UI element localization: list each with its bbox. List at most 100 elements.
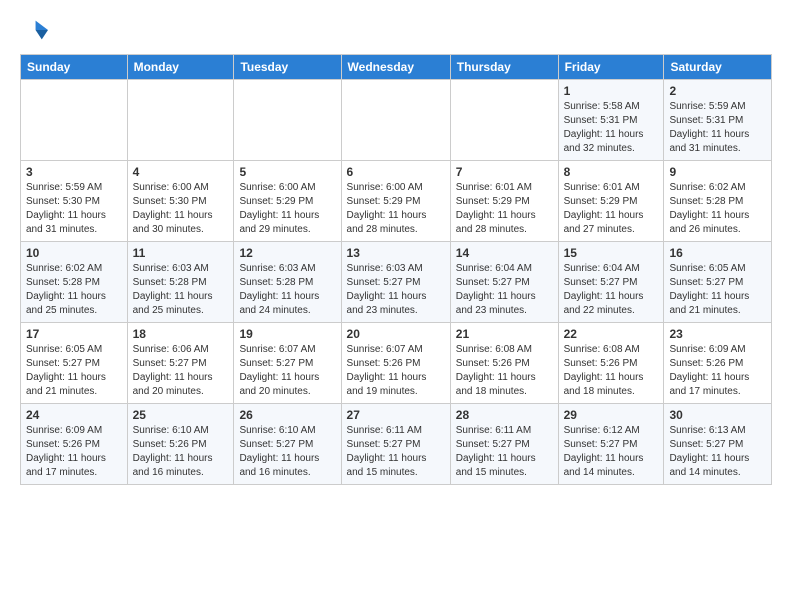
calendar-cell: 3 Sunrise: 5:59 AM Sunset: 5:30 PM Daylig… [21,161,128,242]
calendar-cell: 10 Sunrise: 6:02 AM Sunset: 5:28 PM Dayli… [21,242,128,323]
weekday-header-wednesday: Wednesday [341,55,450,80]
day-number: 13 [347,246,445,260]
calendar-cell: 27 Sunrise: 6:11 AM Sunset: 5:27 PM Dayli… [341,404,450,485]
day-number: 14 [456,246,553,260]
calendar-cell: 23 Sunrise: 6:09 AM Sunset: 5:26 PM Dayli… [664,323,772,404]
day-number: 25 [133,408,229,422]
day-info: Sunrise: 6:05 AM Sunset: 5:27 PM Dayligh… [669,262,766,318]
weekday-header-saturday: Saturday [664,55,772,80]
day-info: Sunrise: 6:02 AM Sunset: 5:28 PM Dayligh… [669,181,766,237]
calendar-cell: 19 Sunrise: 6:07 AM Sunset: 5:27 PM Dayli… [234,323,341,404]
day-number: 12 [239,246,335,260]
calendar-cell [234,80,341,161]
day-info: Sunrise: 6:01 AM Sunset: 5:29 PM Dayligh… [456,181,553,237]
weekday-header-row: SundayMondayTuesdayWednesdayThursdayFrid… [21,55,772,80]
day-number: 10 [26,246,122,260]
calendar-cell: 28Sunrise: 6:11 AM Sunset: 5:27 PM Dayli… [450,404,558,485]
calendar-week-row: 3 Sunrise: 5:59 AM Sunset: 5:30 PM Daylig… [21,161,772,242]
weekday-header-friday: Friday [558,55,664,80]
day-info: Sunrise: 6:11 AM Sunset: 5:27 PM Dayligh… [347,424,445,480]
day-number: 4 [133,165,229,179]
day-number: 21 [456,327,553,341]
calendar-cell: 6 Sunrise: 6:00 AM Sunset: 5:29 PM Daylig… [341,161,450,242]
day-number: 15 [564,246,659,260]
calendar-cell: 21 Sunrise: 6:08 AM Sunset: 5:26 PM Dayli… [450,323,558,404]
calendar-cell: 15Sunrise: 6:04 AM Sunset: 5:27 PM Dayli… [558,242,664,323]
day-info: Sunrise: 6:00 AM Sunset: 5:30 PM Dayligh… [133,181,229,237]
day-info: Sunrise: 6:07 AM Sunset: 5:27 PM Dayligh… [239,343,335,399]
day-info: Sunrise: 6:09 AM Sunset: 5:26 PM Dayligh… [669,343,766,399]
day-info: Sunrise: 6:10 AM Sunset: 5:27 PM Dayligh… [239,424,335,480]
day-info: Sunrise: 6:00 AM Sunset: 5:29 PM Dayligh… [239,181,335,237]
logo-icon [20,16,48,44]
day-info: Sunrise: 6:08 AM Sunset: 5:26 PM Dayligh… [564,343,659,399]
day-info: Sunrise: 5:59 AM Sunset: 5:30 PM Dayligh… [26,181,122,237]
weekday-header-tuesday: Tuesday [234,55,341,80]
calendar-cell: 25 Sunrise: 6:10 AM Sunset: 5:26 PM Dayli… [127,404,234,485]
day-number: 20 [347,327,445,341]
day-number: 5 [239,165,335,179]
day-number: 1 [564,84,659,98]
day-info: Sunrise: 6:04 AM Sunset: 5:27 PM Dayligh… [456,262,553,318]
day-number: 26 [239,408,335,422]
day-info: Sunrise: 6:10 AM Sunset: 5:26 PM Dayligh… [133,424,229,480]
calendar-cell: 5 Sunrise: 6:00 AM Sunset: 5:29 PM Daylig… [234,161,341,242]
day-info: Sunrise: 5:59 AM Sunset: 5:31 PM Dayligh… [669,100,766,156]
calendar-cell: 22Sunrise: 6:08 AM Sunset: 5:26 PM Dayli… [558,323,664,404]
day-number: 3 [26,165,122,179]
calendar-cell: 17 Sunrise: 6:05 AM Sunset: 5:27 PM Dayli… [21,323,128,404]
day-info: Sunrise: 6:03 AM Sunset: 5:28 PM Dayligh… [133,262,229,318]
calendar-cell: 8 Sunrise: 6:01 AM Sunset: 5:29 PM Daylig… [558,161,664,242]
day-info: Sunrise: 6:03 AM Sunset: 5:28 PM Dayligh… [239,262,335,318]
day-info: Sunrise: 6:06 AM Sunset: 5:27 PM Dayligh… [133,343,229,399]
day-number: 6 [347,165,445,179]
calendar-week-row: 10 Sunrise: 6:02 AM Sunset: 5:28 PM Dayli… [21,242,772,323]
day-info: Sunrise: 6:13 AM Sunset: 5:27 PM Dayligh… [669,424,766,480]
calendar-cell [127,80,234,161]
day-info: Sunrise: 6:08 AM Sunset: 5:26 PM Dayligh… [456,343,553,399]
day-info: Sunrise: 6:01 AM Sunset: 5:29 PM Dayligh… [564,181,659,237]
day-info: Sunrise: 6:02 AM Sunset: 5:28 PM Dayligh… [26,262,122,318]
calendar-cell: 11 Sunrise: 6:03 AM Sunset: 5:28 PM Dayli… [127,242,234,323]
day-info: Sunrise: 6:03 AM Sunset: 5:27 PM Dayligh… [347,262,445,318]
calendar-cell: 7Sunrise: 6:01 AM Sunset: 5:29 PM Daylig… [450,161,558,242]
calendar-week-row: 1Sunrise: 5:58 AM Sunset: 5:31 PM Daylig… [21,80,772,161]
day-info: Sunrise: 6:00 AM Sunset: 5:29 PM Dayligh… [347,181,445,237]
calendar-cell [341,80,450,161]
calendar-cell: 9 Sunrise: 6:02 AM Sunset: 5:28 PM Daylig… [664,161,772,242]
day-number: 28 [456,408,553,422]
calendar-cell [21,80,128,161]
header [20,16,772,44]
day-number: 29 [564,408,659,422]
day-number: 2 [669,84,766,98]
day-number: 23 [669,327,766,341]
calendar-table: SundayMondayTuesdayWednesdayThursdayFrid… [20,54,772,485]
page: SundayMondayTuesdayWednesdayThursdayFrid… [0,0,792,501]
calendar-cell: 20 Sunrise: 6:07 AM Sunset: 5:26 PM Dayli… [341,323,450,404]
calendar-cell: 12 Sunrise: 6:03 AM Sunset: 5:28 PM Dayli… [234,242,341,323]
day-number: 17 [26,327,122,341]
calendar-cell: 13 Sunrise: 6:03 AM Sunset: 5:27 PM Dayli… [341,242,450,323]
day-number: 27 [347,408,445,422]
calendar-cell: 4 Sunrise: 6:00 AM Sunset: 5:30 PM Daylig… [127,161,234,242]
day-number: 16 [669,246,766,260]
day-info: Sunrise: 6:07 AM Sunset: 5:26 PM Dayligh… [347,343,445,399]
calendar-cell: 29 Sunrise: 6:12 AM Sunset: 5:27 PM Dayli… [558,404,664,485]
calendar-cell: 1Sunrise: 5:58 AM Sunset: 5:31 PM Daylig… [558,80,664,161]
logo [20,16,52,44]
day-info: Sunrise: 6:05 AM Sunset: 5:27 PM Dayligh… [26,343,122,399]
calendar-cell: 18 Sunrise: 6:06 AM Sunset: 5:27 PM Dayli… [127,323,234,404]
weekday-header-thursday: Thursday [450,55,558,80]
day-number: 18 [133,327,229,341]
calendar-cell [450,80,558,161]
calendar-week-row: 17 Sunrise: 6:05 AM Sunset: 5:27 PM Dayli… [21,323,772,404]
day-number: 19 [239,327,335,341]
day-number: 9 [669,165,766,179]
day-number: 8 [564,165,659,179]
day-number: 11 [133,246,229,260]
day-info: Sunrise: 6:12 AM Sunset: 5:27 PM Dayligh… [564,424,659,480]
calendar-cell: 26 Sunrise: 6:10 AM Sunset: 5:27 PM Dayli… [234,404,341,485]
day-number: 24 [26,408,122,422]
calendar-cell: 14 Sunrise: 6:04 AM Sunset: 5:27 PM Dayli… [450,242,558,323]
calendar-cell: 2 Sunrise: 5:59 AM Sunset: 5:31 PM Daylig… [664,80,772,161]
